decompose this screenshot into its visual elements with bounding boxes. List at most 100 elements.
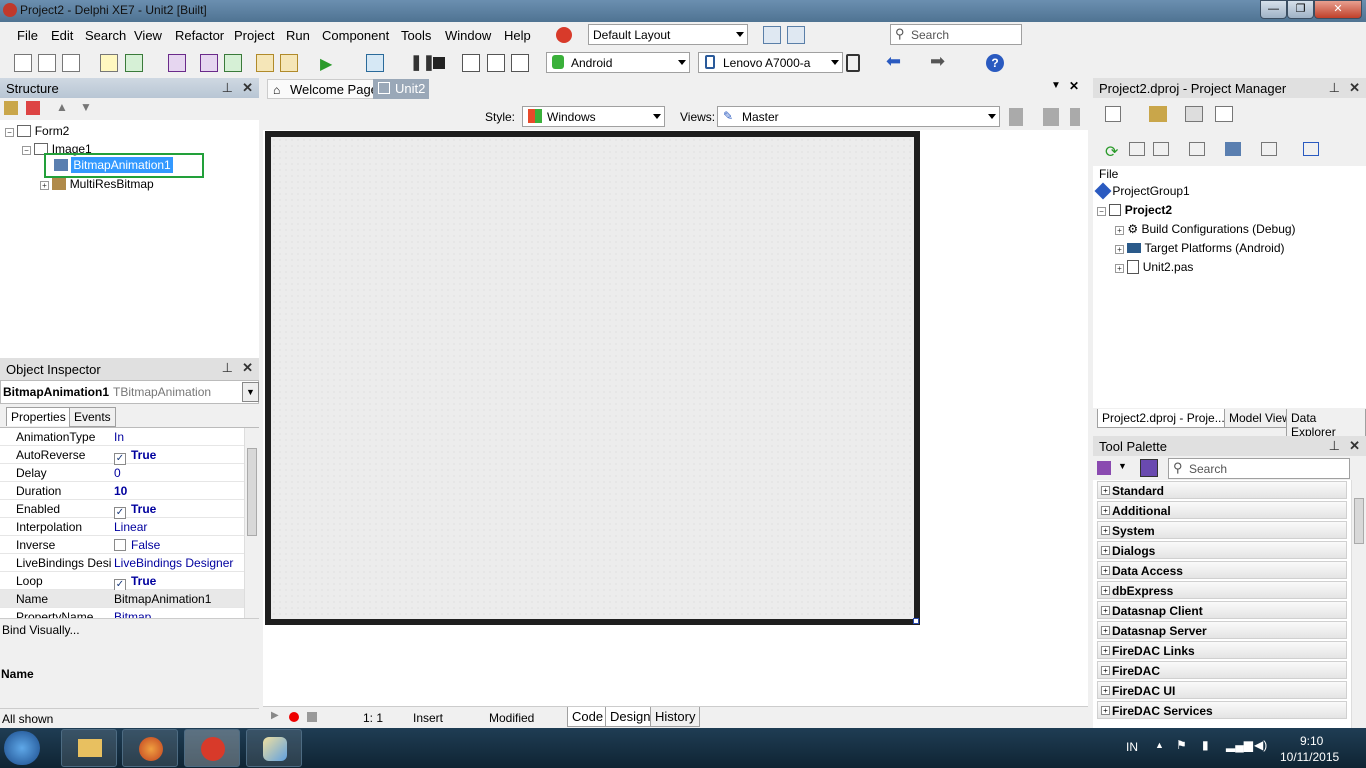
- set-debug-desktop-icon[interactable]: [787, 26, 805, 44]
- show-hidden-icons[interactable]: ▲: [1155, 740, 1164, 750]
- tab-design[interactable]: Design: [605, 707, 656, 727]
- view-settings-icon[interactable]: [1070, 108, 1080, 126]
- stop-icon[interactable]: [433, 57, 445, 69]
- platform-select[interactable]: Android: [546, 52, 690, 73]
- run-to-return-icon[interactable]: [511, 54, 529, 72]
- close-icon[interactable]: ✕: [242, 360, 253, 376]
- property-row[interactable]: Duration 10: [0, 482, 244, 500]
- categories-icon[interactable]: [1097, 461, 1111, 475]
- expand-icon[interactable]: +: [1101, 506, 1110, 515]
- clock-time[interactable]: 9:10: [1300, 734, 1323, 748]
- expand-icon[interactable]: +: [1101, 626, 1110, 635]
- pointer-tool-icon[interactable]: [1140, 459, 1158, 477]
- volume-icon[interactable]: ◀): [1254, 738, 1267, 752]
- menu-project[interactable]: Project: [234, 28, 274, 43]
- compile-icon[interactable]: [1261, 142, 1277, 156]
- property-value[interactable]: False: [114, 538, 160, 552]
- palette-search-input[interactable]: ⚲ Search: [1168, 458, 1350, 479]
- close-icon[interactable]: ✕: [1349, 80, 1360, 96]
- property-row[interactable]: LiveBindings DesignerLiveBindings Design…: [0, 554, 244, 572]
- add-project-icon[interactable]: [1149, 106, 1167, 122]
- scrollbar-thumb[interactable]: [1354, 498, 1364, 544]
- tree-node-multiresbitmap[interactable]: + MultiResBitmap: [40, 177, 154, 191]
- palette-category[interactable]: + FireDAC Links: [1097, 641, 1347, 659]
- tree-node-project2[interactable]: − Project2: [1097, 203, 1172, 217]
- property-value[interactable]: ✓ True: [114, 502, 156, 519]
- property-value[interactable]: Bitmap: [114, 610, 151, 618]
- expand-icon[interactable]: +: [1101, 706, 1110, 715]
- scrollbar-thumb[interactable]: [247, 448, 257, 536]
- signal-icon[interactable]: ▂▄▆: [1226, 738, 1253, 752]
- palette-category[interactable]: + System: [1097, 521, 1347, 539]
- collapse-icon[interactable]: [1153, 142, 1169, 156]
- expand-icon[interactable]: [1129, 142, 1145, 156]
- back-icon[interactable]: ⬅: [886, 51, 901, 72]
- property-value[interactable]: BitmapAnimation1: [114, 592, 211, 606]
- property-value[interactable]: ✓ True: [114, 574, 156, 591]
- build-icon[interactable]: [1225, 142, 1241, 156]
- property-row[interactable]: Delay 0: [0, 464, 244, 482]
- menu-search[interactable]: Search: [85, 28, 126, 43]
- property-value[interactable]: ✓ True: [114, 448, 156, 465]
- maximize-button[interactable]: ❐: [1287, 0, 1314, 19]
- paint-taskbar-button[interactable]: [246, 729, 302, 767]
- palette-category[interactable]: + Dialogs: [1097, 541, 1347, 559]
- property-value[interactable]: 10: [114, 484, 127, 498]
- palette-category[interactable]: + Standard: [1097, 481, 1347, 499]
- expand-icon[interactable]: +: [1101, 566, 1110, 575]
- tab-history[interactable]: History: [650, 707, 701, 727]
- ide-search-input[interactable]: ⚲ Search: [890, 24, 1022, 45]
- save-all-icon[interactable]: [200, 54, 218, 72]
- property-value[interactable]: LiveBindings Designer: [114, 556, 233, 570]
- pin-icon[interactable]: ⊥: [222, 80, 233, 96]
- remove-from-project-icon[interactable]: [280, 54, 298, 72]
- menu-refactor[interactable]: Refactor: [175, 28, 224, 43]
- save-desktop-icon[interactable]: [763, 26, 781, 44]
- palette-category[interactable]: + Additional: [1097, 501, 1347, 519]
- menu-help[interactable]: Help: [504, 28, 531, 43]
- palette-category[interactable]: + dbExpress: [1097, 581, 1347, 599]
- tab-unit2[interactable]: Unit2: [373, 79, 430, 99]
- property-row[interactable]: Inverse False: [0, 536, 244, 554]
- object-selector[interactable]: BitmapAnimation1 TBitmapAnimation ▼: [0, 380, 259, 404]
- form2-canvas[interactable]: [265, 131, 920, 625]
- menu-file[interactable]: File: [17, 28, 38, 43]
- palette-category[interactable]: + FireDAC: [1097, 661, 1347, 679]
- save-icon[interactable]: [168, 54, 186, 72]
- tab-properties[interactable]: Properties: [6, 407, 71, 426]
- run-without-debug-icon[interactable]: [366, 54, 384, 72]
- new-file-icon[interactable]: [14, 54, 32, 72]
- chevron-down-icon[interactable]: ▼: [1118, 461, 1127, 471]
- sort-icon[interactable]: [1189, 142, 1205, 156]
- expand-icon[interactable]: +: [1101, 646, 1110, 655]
- menu-window[interactable]: Window: [445, 28, 491, 43]
- start-button[interactable]: [4, 731, 40, 765]
- property-value[interactable]: Linear: [114, 520, 147, 534]
- tab-code[interactable]: Code: [567, 707, 609, 727]
- view-options-icon[interactable]: [1215, 106, 1233, 122]
- open-project-icon[interactable]: [62, 54, 80, 72]
- tab-events[interactable]: Events: [69, 407, 116, 427]
- chevron-down-icon[interactable]: ▼: [242, 382, 259, 402]
- sync-icon[interactable]: ⟳: [1105, 142, 1118, 162]
- language-indicator[interactable]: IN: [1126, 740, 1138, 754]
- property-row[interactable]: AnimationType In: [0, 428, 244, 446]
- menu-run[interactable]: Run: [286, 28, 310, 43]
- new-items-icon[interactable]: [100, 54, 118, 72]
- property-row[interactable]: Loop ✓ True: [0, 572, 244, 591]
- expand-icon[interactable]: +: [1101, 486, 1110, 495]
- property-value[interactable]: In: [114, 430, 124, 444]
- delete-view-icon[interactable]: [1043, 108, 1059, 126]
- bind-visually-link[interactable]: Bind Visually...: [2, 623, 80, 637]
- tree-node-projectgroup1[interactable]: ProjectGroup1: [1094, 182, 1190, 200]
- explorer-taskbar-button[interactable]: [61, 729, 117, 767]
- pin-icon[interactable]: ⊥: [222, 360, 233, 376]
- menu-edit[interactable]: Edit: [51, 28, 73, 43]
- add-view-icon[interactable]: [1009, 108, 1023, 126]
- expand-icon[interactable]: +: [1101, 546, 1110, 555]
- property-row[interactable]: AutoReverse ✓ True: [0, 446, 244, 465]
- clock-date[interactable]: 10/11/2015: [1280, 750, 1339, 764]
- filter-status[interactable]: All shown: [2, 712, 53, 726]
- up-arrow-icon[interactable]: ▲: [56, 100, 68, 114]
- tree-node-unit2-pas[interactable]: + Unit2.pas: [1115, 260, 1193, 274]
